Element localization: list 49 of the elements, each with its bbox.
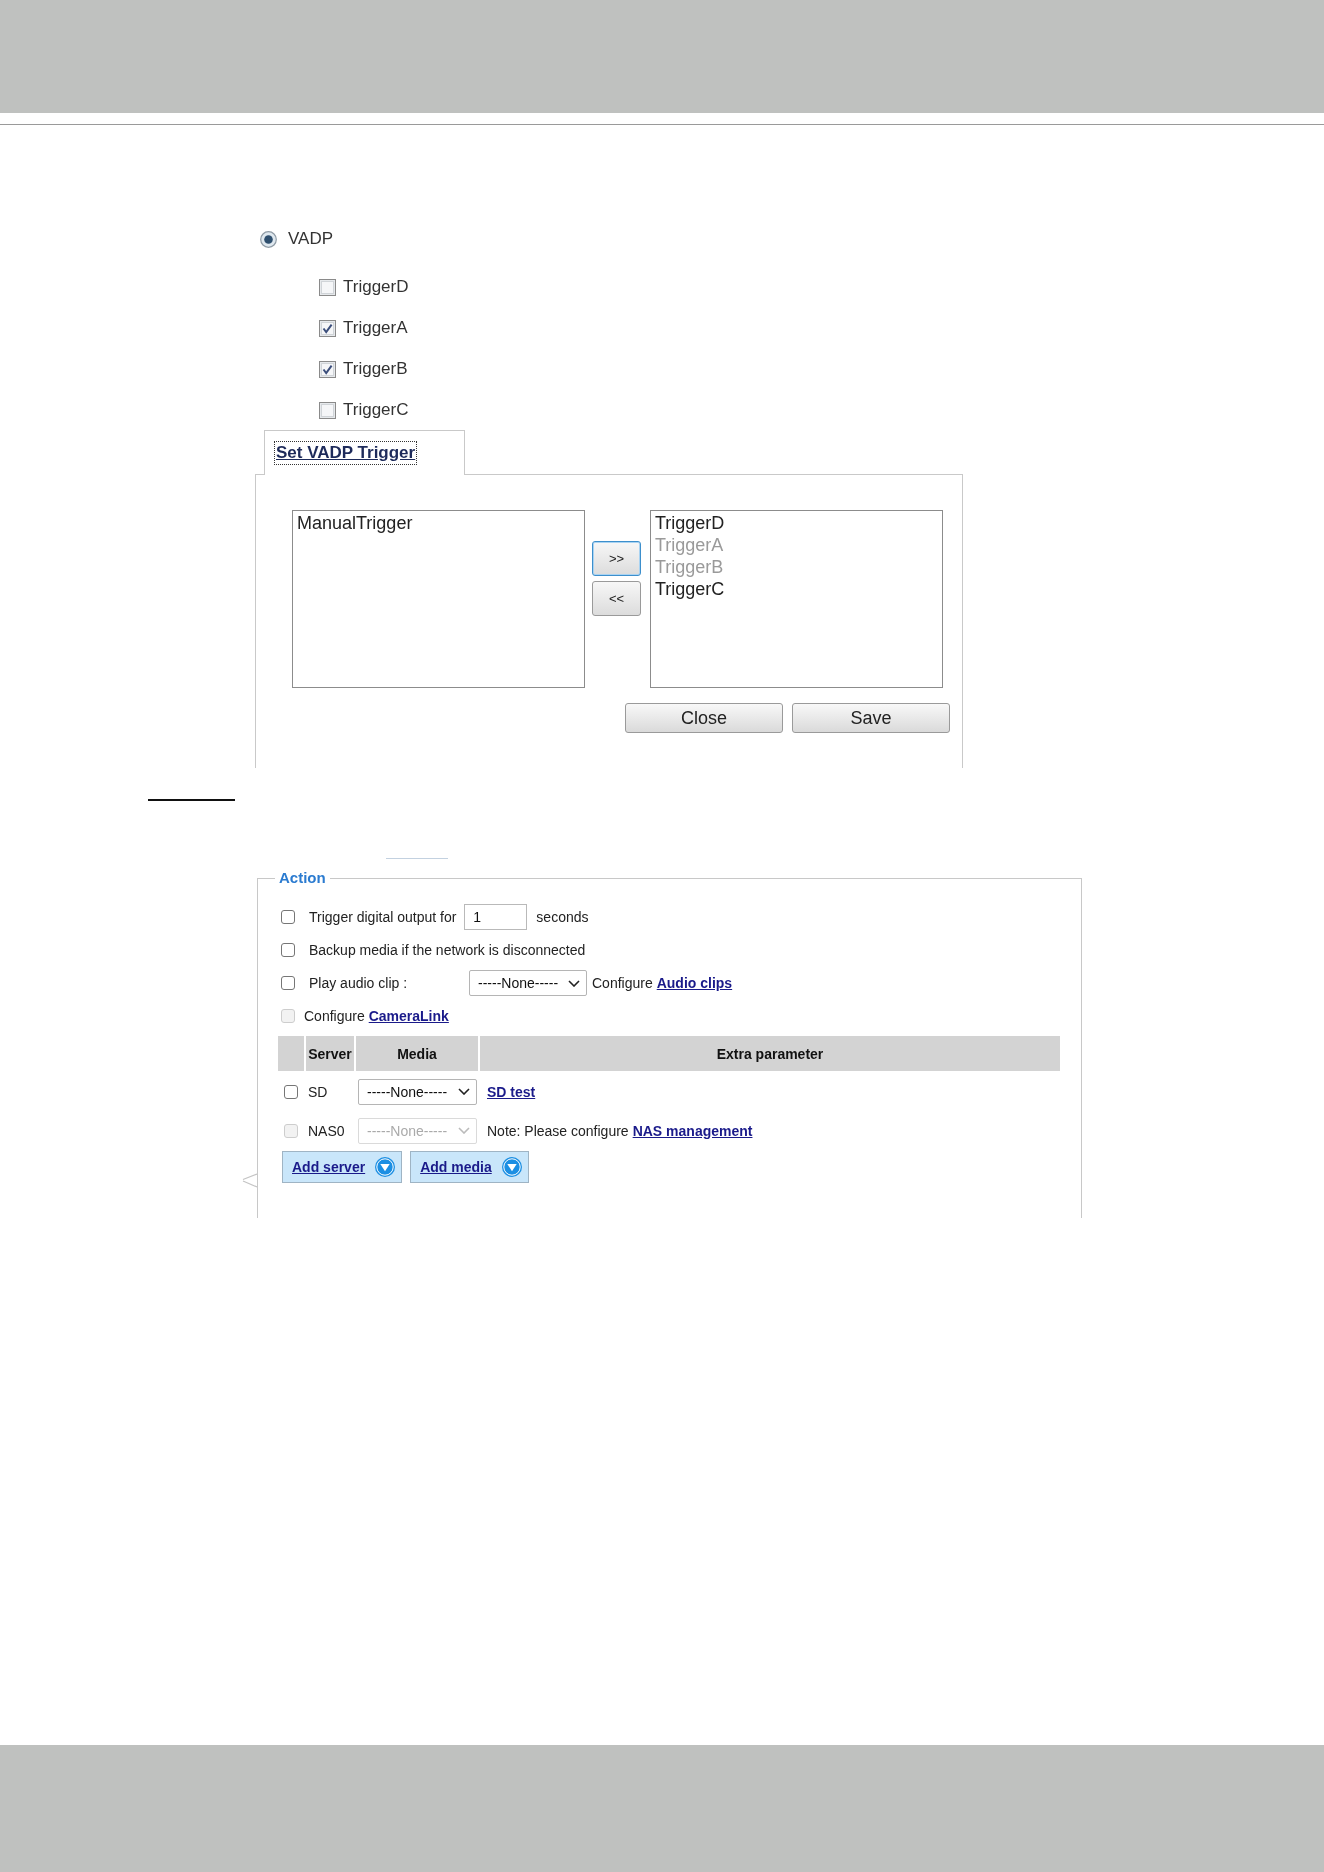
server-cell: SD [308, 1083, 328, 1100]
tab[interactable]: Set VADP Trigger [264, 430, 465, 475]
option-label: Play audio clip : [309, 975, 409, 991]
checkbox[interactable] [284, 1084, 298, 1099]
close-button[interactable]: Close [625, 703, 783, 733]
server-cell: NAS0 [308, 1122, 345, 1139]
group-title: Action [278, 869, 327, 887]
trigger-label: TriggerB [343, 359, 408, 379]
list-item[interactable]: TriggerD [655, 512, 725, 534]
move-button[interactable]: << [592, 581, 641, 616]
option-label: VADP [288, 229, 334, 249]
listbox[interactable]: ManualTrigger [292, 510, 585, 688]
checkbox[interactable] [281, 910, 295, 924]
trigger-label: TriggerA [343, 318, 408, 338]
column-header [278, 1036, 304, 1071]
chevron-down-icon [458, 1088, 470, 1095]
list-item[interactable]: ManualTrigger [297, 512, 413, 534]
trigger-label: TriggerD [343, 277, 409, 297]
down-arrow-circle-icon [375, 1157, 396, 1177]
save-button[interactable]: Save [792, 703, 950, 733]
add-server-button[interactable]: Add server [282, 1151, 403, 1183]
test-link[interactable]: SD test [487, 1083, 536, 1100]
column-header: Server [306, 1036, 354, 1071]
option-label: Trigger digital output for [309, 909, 457, 925]
column-header: Extra parameter [480, 1036, 1060, 1071]
column-header: Media [356, 1036, 478, 1071]
checkbox[interactable] [281, 943, 295, 957]
configure-label: Configure [304, 1008, 365, 1024]
duration-input[interactable]: 1 [464, 904, 528, 930]
media-select[interactable]: -----None----- [358, 1078, 477, 1105]
checkbox[interactable] [319, 278, 336, 296]
chevron-down-icon [458, 1127, 470, 1134]
trigger-label: TriggerC [343, 400, 409, 420]
checkbox[interactable] [319, 319, 336, 337]
down-arrow-circle-icon [501, 1157, 522, 1177]
audio-clips-link[interactable]: Audio clips [656, 975, 733, 991]
list-item[interactable]: TriggerC [655, 578, 725, 600]
checkbox[interactable] [281, 976, 295, 990]
option-label: Backup media if the network is disconnected [309, 942, 586, 958]
checkbox[interactable] [319, 360, 336, 378]
radio-button[interactable] [260, 230, 277, 248]
audio-clip-select[interactable]: -----None----- [469, 970, 587, 996]
note-text: Note: Please configure [487, 1122, 629, 1139]
configure-label: Configure [592, 975, 653, 991]
add-media-button[interactable]: Add media [410, 1151, 529, 1183]
move-button[interactable]: >> [592, 541, 641, 576]
chevron-down-icon [568, 979, 580, 987]
unit-label: seconds [536, 909, 589, 925]
checkbox[interactable] [319, 401, 336, 419]
